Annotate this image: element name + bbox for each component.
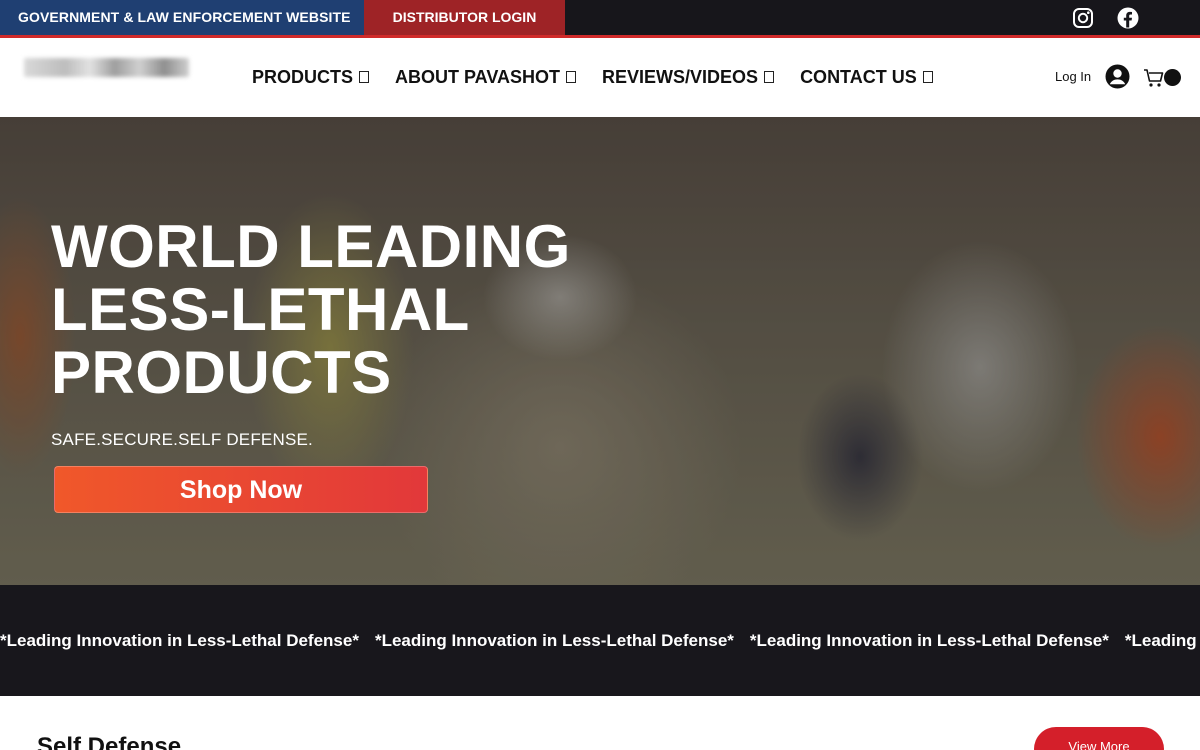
marquee-track: *Leading Innovation in Less-Lethal Defen…	[0, 631, 1200, 651]
dropdown-icon	[922, 71, 933, 83]
cart-count-badge	[1164, 69, 1181, 86]
hero-title: WORLD LEADING LESS-LETHAL PRODUCTS	[51, 213, 571, 406]
nav-label: REVIEWS/VIDEOS	[602, 66, 759, 87]
nav-products[interactable]: PRODUCTS	[252, 66, 370, 88]
nav-about-pavashot[interactable]: ABOUT PAVASHOT	[395, 66, 577, 88]
utility-bar: GOVERNMENT & LAW ENFORCEMENT WEBSITE DIS…	[0, 0, 1200, 38]
distributor-login-link[interactable]: DISTRIBUTOR LOGIN	[364, 0, 565, 35]
marquee-item: *Leading Innovation in Less-Lethal Defen…	[0, 631, 359, 650]
marquee-item: *Leading Innovation in Less-Lethal Defen…	[374, 631, 734, 650]
site-logo[interactable]	[24, 58, 189, 77]
nav-label: CONTACT US	[800, 66, 917, 87]
user-avatar-icon[interactable]	[1105, 64, 1130, 89]
marquee-strip: *Leading Innovation in Less-Lethal Defen…	[0, 585, 1200, 696]
nav-contact-us[interactable]: CONTACT US	[800, 67, 933, 88]
dropdown-icon	[359, 71, 370, 83]
login-link[interactable]: Log In	[1055, 69, 1091, 84]
marquee-item: *Leading Innovation in Less-Lethal Defen…	[1124, 631, 1200, 650]
view-more-button[interactable]: View More	[1034, 727, 1164, 750]
shop-now-button[interactable]: Shop Now	[54, 466, 428, 513]
hero-tagline: SAFE.SECURE.SELF DEFENSE.	[51, 430, 313, 449]
hero-content: WORLD LEADING LESS-LETHAL PRODUCTS SAFE.…	[51, 215, 651, 513]
cart-icon[interactable]	[1143, 68, 1165, 88]
instagram-icon[interactable]	[1071, 6, 1095, 30]
nav-label: ABOUT PAVASHOT	[395, 66, 561, 87]
site-header: PRODUCTS ABOUT PAVASHOT REVIEWS/VIDEOS C…	[0, 38, 1200, 117]
section-title: Self Defense	[37, 733, 182, 750]
nav-reviews-videos[interactable]: REVIEWS/VIDEOS	[602, 66, 775, 88]
marquee-item: *Leading Innovation in Less-Lethal Defen…	[749, 631, 1109, 650]
hero-banner: WORLD LEADING LESS-LETHAL PRODUCTS SAFE.…	[0, 117, 1200, 585]
government-website-link[interactable]: GOVERNMENT & LAW ENFORCEMENT WEBSITE	[0, 0, 364, 35]
dropdown-icon	[566, 71, 577, 83]
main-nav: PRODUCTS ABOUT PAVASHOT REVIEWS/VIDEOS C…	[252, 65, 959, 89]
dropdown-icon	[764, 71, 775, 83]
nav-label: PRODUCTS	[252, 66, 354, 87]
facebook-icon[interactable]	[1116, 6, 1140, 30]
